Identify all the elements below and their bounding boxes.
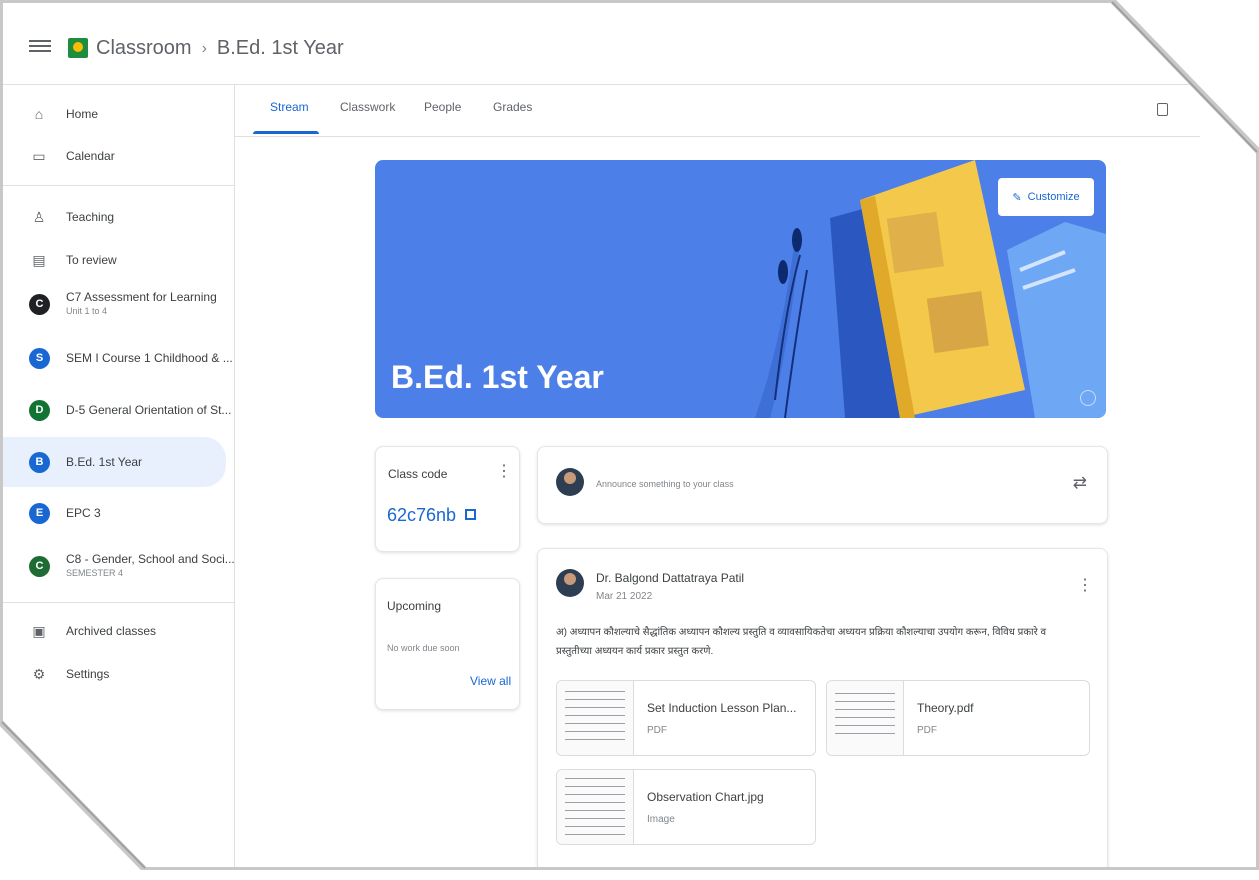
sidebar-class-d5[interactable]: D D-5 General Orientation of St...: [0, 389, 231, 431]
sidebar-class-sem1[interactable]: S SEM I Course 1 Childhood & ...: [0, 337, 233, 379]
sidebar-item-settings[interactable]: ⚙ Settings: [0, 653, 226, 695]
sidebar-class-c8[interactable]: C C8 - Gender, School and Soci... SEMEST…: [0, 542, 235, 590]
view-all-link[interactable]: View all: [470, 674, 511, 688]
class-avatar: C: [29, 293, 50, 315]
pencil-icon: ✎: [1012, 191, 1022, 204]
tab-classwork[interactable]: Classwork: [340, 100, 395, 114]
more-vert-icon[interactable]: ⋮: [496, 464, 512, 480]
attachment-name: Observation Chart.jpg: [647, 790, 764, 804]
settings-icon: ⚙: [32, 665, 46, 682]
class-code-card: Class code ⋮ 62c76nb: [375, 446, 520, 552]
attachment-card[interactable]: Observation Chart.jpg Image: [556, 769, 816, 845]
sidebar-item-label: Settings: [66, 667, 110, 681]
active-tab-indicator: [253, 131, 319, 134]
sidebar-divider: [0, 185, 234, 186]
customize-label: Customize: [1027, 191, 1080, 203]
home-icon: ⌂: [34, 106, 44, 122]
classroom-window: Classroom › B.Ed. 1st Year ⌂ Home ▭ Cale…: [0, 0, 1259, 870]
attachment-thumbnail: [557, 770, 634, 844]
sidebar-class-text: C8 - Gender, School and Soci... SEMESTER…: [66, 552, 235, 580]
breadcrumb-app[interactable]: Classroom: [96, 37, 192, 60]
attachment-type: PDF: [647, 725, 667, 736]
class-avatar: C: [29, 555, 50, 577]
upcoming-card: Upcoming No work due soon View all: [375, 578, 520, 710]
class-avatar: B: [29, 451, 50, 473]
google-calendar-icon[interactable]: [1157, 103, 1168, 116]
sidebar-item-archived[interactable]: ▣ Archived classes: [0, 610, 226, 652]
announce-card[interactable]: Announce something to your class ⇄: [537, 446, 1108, 524]
classroom-logo-icon[interactable]: [68, 38, 88, 58]
sidebar-item-label: D-5 General Orientation of St...: [66, 403, 232, 417]
attachment-card[interactable]: Set Induction Lesson Plan... PDF: [556, 680, 816, 756]
attachment-thumbnail: [557, 681, 634, 755]
class-code-label: Class code: [388, 467, 448, 481]
menu-icon[interactable]: [29, 37, 51, 59]
sidebar-item-home[interactable]: ⌂ Home: [0, 93, 226, 135]
sidebar-item-label: C7 Assessment for Learning: [66, 290, 217, 304]
class-tabs: Stream Classwork People Grades: [234, 84, 1200, 137]
breadcrumb-class: B.Ed. 1st Year: [216, 37, 344, 59]
class-banner: B.Ed. 1st Year ✎ Customize: [375, 160, 1106, 418]
sidebar-item-label: Teaching: [66, 210, 115, 224]
class-avatar: S: [29, 347, 50, 369]
sidebar-item-label: Home: [66, 107, 99, 121]
sidebar-item-teaching[interactable]: ♙ Teaching: [0, 196, 226, 238]
fullscreen-icon[interactable]: [465, 509, 476, 520]
sidebar-item-label: SEM I Course 1 Childhood & ...: [66, 351, 233, 365]
sidebar-item-calendar[interactable]: ▭ Calendar: [0, 135, 226, 177]
calendar-icon: ▭: [32, 147, 46, 164]
breadcrumb: Classroom › B.Ed. 1st Year: [96, 37, 344, 60]
sidebar-class-bed[interactable]: B B.Ed. 1st Year: [0, 437, 226, 487]
sidebar-item-label: Calendar: [66, 149, 115, 163]
sidebar: ⌂ Home ▭ Calendar ♙ Teaching ▤ To review…: [0, 84, 235, 870]
top-bar: Classroom › B.Ed. 1st Year: [0, 0, 1200, 85]
banner-title: B.Ed. 1st Year: [391, 359, 604, 395]
tab-grades[interactable]: Grades: [493, 100, 532, 114]
post-author: Dr. Balgond Dattatraya Patil: [596, 571, 745, 585]
attachment-name: Set Induction Lesson Plan...: [647, 701, 797, 715]
sidebar-item-label: B.Ed. 1st Year: [66, 455, 143, 469]
sidebar-item-label: C8 - Gender, School and Soci...: [66, 552, 235, 566]
sidebar-item-label: EPC 3: [66, 506, 101, 520]
upcoming-title: Upcoming: [387, 599, 442, 613]
sidebar-item-sub: SEMESTER 4: [66, 568, 124, 578]
attachment-type: PDF: [917, 725, 937, 736]
upcoming-empty-text: No work due soon: [387, 643, 460, 653]
breadcrumb-separator-icon: ›: [201, 39, 207, 57]
attachment-name: Theory.pdf: [917, 701, 974, 715]
sidebar-item-sub: Unit 1 to 4: [66, 306, 108, 316]
sidebar-item-label: Archived classes: [66, 624, 157, 638]
class-avatar: E: [29, 502, 50, 524]
attachment-card[interactable]: Theory.pdf PDF: [826, 680, 1090, 756]
tab-people[interactable]: People: [424, 100, 461, 114]
sidebar-item-to-review[interactable]: ▤ To review: [0, 239, 226, 281]
class-code-value[interactable]: 62c76nb: [387, 505, 456, 526]
class-avatar: D: [29, 399, 50, 421]
archive-icon: ▣: [32, 622, 46, 639]
more-vert-icon[interactable]: ⋮: [1077, 578, 1093, 594]
attachment-thumbnail: [827, 681, 904, 755]
post-date: Mar 21 2022: [596, 591, 653, 602]
people-icon: ♙: [32, 208, 46, 225]
review-icon: ▤: [32, 251, 46, 268]
attachment-type: Image: [647, 814, 675, 825]
customize-button[interactable]: ✎ Customize: [998, 178, 1094, 216]
repost-icon[interactable]: ⇄: [1073, 473, 1087, 493]
sidebar-class-epc3[interactable]: E EPC 3: [0, 492, 226, 534]
post-card: Dr. Balgond Dattatraya Patil Mar 21 2022…: [537, 548, 1108, 870]
sidebar-class-c7[interactable]: C C7 Assessment for Learning Unit 1 to 4: [0, 280, 226, 328]
info-icon[interactable]: [1080, 390, 1096, 406]
author-avatar: [556, 569, 584, 597]
sidebar-class-text: C7 Assessment for Learning Unit 1 to 4: [66, 290, 217, 318]
user-avatar: [556, 468, 584, 496]
tab-stream[interactable]: Stream: [270, 100, 309, 114]
post-text: अ) अध्यापन कौशल्याचे सैद्धांतिक अध्यापन …: [556, 627, 1047, 657]
announce-placeholder[interactable]: Announce something to your class: [596, 479, 734, 489]
sidebar-item-label: To review: [66, 253, 117, 267]
sidebar-divider: [0, 602, 234, 603]
